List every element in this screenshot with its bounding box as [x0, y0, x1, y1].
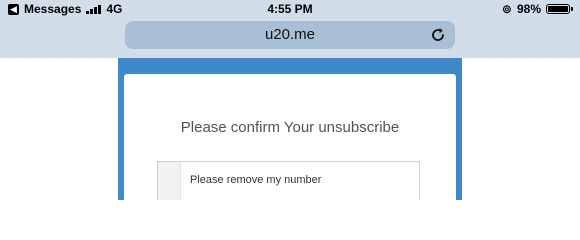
textarea-gutter — [158, 162, 181, 200]
battery-icon — [546, 4, 573, 14]
phone-screen: ◀ Messages 4G 4:55 PM ⊚ 98% u20.me Pleas… — [0, 0, 580, 200]
rotation-lock-icon: ⊚ — [501, 2, 512, 16]
status-right: ⊚ 98% — [501, 2, 573, 16]
page-title: Please confirm Your unsubscribe — [180, 119, 400, 136]
battery-fill — [548, 6, 568, 12]
message-text[interactable]: Please remove my number — [190, 174, 321, 186]
battery-percent: 98% — [516, 2, 541, 16]
message-textarea[interactable]: Please remove my number — [157, 161, 420, 200]
reload-icon[interactable] — [429, 26, 447, 44]
status-bar: ◀ Messages 4G 4:55 PM ⊚ 98% — [0, 0, 580, 18]
url-bar[interactable]: u20.me — [125, 21, 455, 49]
browser-chrome: ◀ Messages 4G 4:55 PM ⊚ 98% u20.me — [0, 0, 580, 58]
url-text[interactable]: u20.me — [125, 26, 455, 43]
status-time: 4:55 PM — [267, 2, 313, 16]
